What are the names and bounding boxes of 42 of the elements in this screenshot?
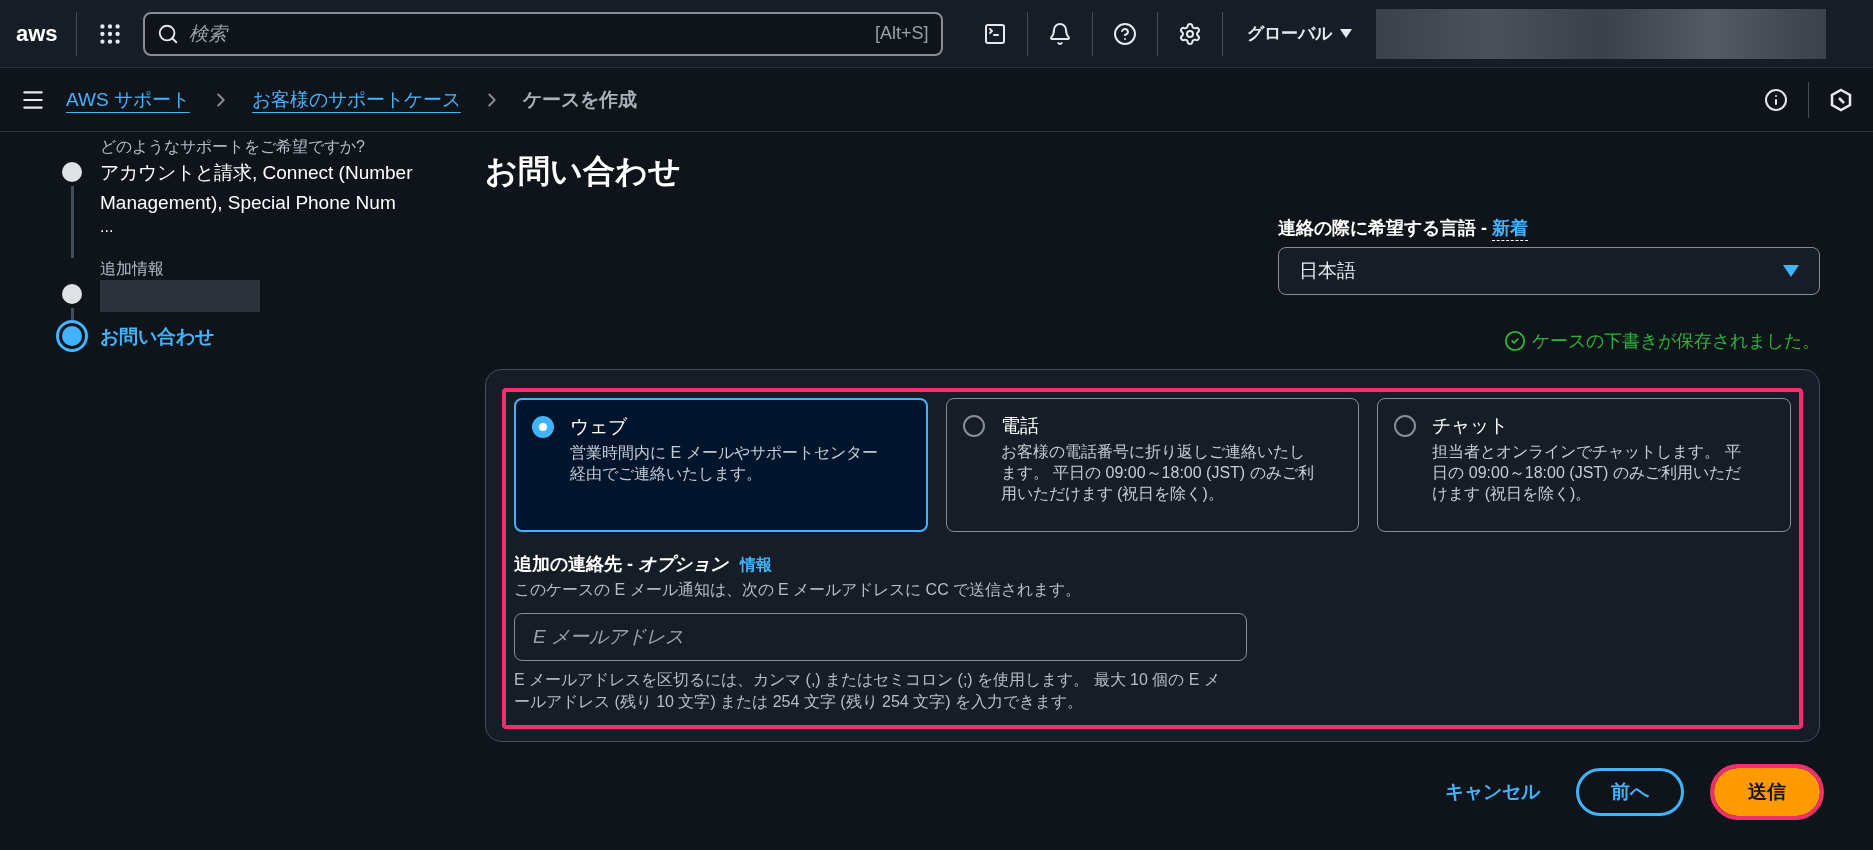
caret-icon — [1339, 29, 1352, 38]
shortcut-hint: [Alt+S] — [875, 22, 929, 44]
cancel-link[interactable]: キャンセル — [1439, 768, 1546, 816]
language-select[interactable]: 日本語 — [1278, 247, 1820, 295]
section-description: このケースの E メール通知は、次の E メールアドレスに CC で送信されます。 — [514, 580, 1083, 600]
contact-option-card[interactable]: ウェブ 営業時間内に E メールやサポートセンター経由でご連絡いたします。 — [514, 398, 928, 532]
search-icon — [156, 22, 179, 45]
new-badge-link[interactable]: 新着 — [1492, 216, 1528, 241]
option-description: 営業時間内に E メールやサポートセンター経由でご連絡いたします。 — [570, 443, 879, 484]
previous-button[interactable]: 前へ — [1576, 768, 1684, 816]
radio-button[interactable] — [1394, 415, 1417, 437]
info-icon[interactable] — [1764, 87, 1788, 112]
hexagon-icon[interactable] — [1829, 87, 1853, 112]
aws-logo[interactable]: aws — [16, 11, 77, 56]
step-value: アカウントと請求, Connect (Number Management), Special Phone Num — [100, 161, 414, 215]
step-label: どのようなサポートをご希望ですか? — [100, 137, 366, 157]
breadcrumb-link[interactable]: お客様のサポートケース — [251, 86, 461, 113]
step-label: お問い合わせ — [100, 325, 215, 349]
page-title: お問い合わせ — [485, 152, 682, 191]
step-value-more: ... — [100, 218, 115, 236]
breadcrumb-link[interactable]: ケースを作成 — [522, 86, 637, 113]
radio-button[interactable] — [532, 416, 554, 438]
step-label: 追加情報 — [100, 259, 165, 279]
email-hint: E メールアドレスを区切るには、カンマ (,) またはセミコロン (;) を使用します。 最大 10 個の E メールアドレス (残り 10 文字) または 254 文字 (残り 254 文字) を入力できます。 — [514, 670, 1221, 712]
option-title: 電話 — [1000, 414, 1040, 438]
region-selector[interactable]: グローバル — [1222, 22, 1376, 45]
radio-button[interactable] — [962, 415, 985, 437]
option-title: ウェブ — [570, 415, 628, 439]
check-circle-icon — [1504, 330, 1526, 352]
contact-option-card[interactable]: チャット 担当者とオンラインでチャットします。 平日の 09:00～18:00 (JST) のみご利用いただけます (祝日を除く)。 — [1377, 398, 1791, 532]
optional-label: オプション — [638, 553, 728, 576]
caret-icon — [1783, 265, 1799, 277]
field-label: 連絡の際に希望する言語 - — [1278, 217, 1488, 240]
info-link[interactable]: 情報 — [740, 555, 772, 576]
contact-option-card[interactable]: 電話 お客様の電話番号に折り返しご連絡いたします。 平日の 09:00～18:00 (JST) のみご利用いただけます (祝日を除く)。 — [945, 398, 1360, 532]
email-input-field[interactable]: E メールアドレス — [514, 613, 1247, 661]
option-description: 担当者とオンラインでチャットします。 平日の 09:00～18:00 (JST) のみご利用いただけます (祝日を除く)。 — [1432, 442, 1742, 504]
section-title: 追加の連絡先 - — [514, 553, 634, 576]
option-title: チャット — [1432, 414, 1510, 438]
option-description: お客様の電話番号に折り返しご連絡いたします。 平日の 09:00～18:00 (JST) のみご利用いただけます (祝日を除く)。 — [1000, 442, 1315, 504]
saved-status-text: ケースの下書きが保存されました。 — [1532, 330, 1820, 353]
breadcrumb-link[interactable]: AWS サポート — [66, 86, 190, 113]
